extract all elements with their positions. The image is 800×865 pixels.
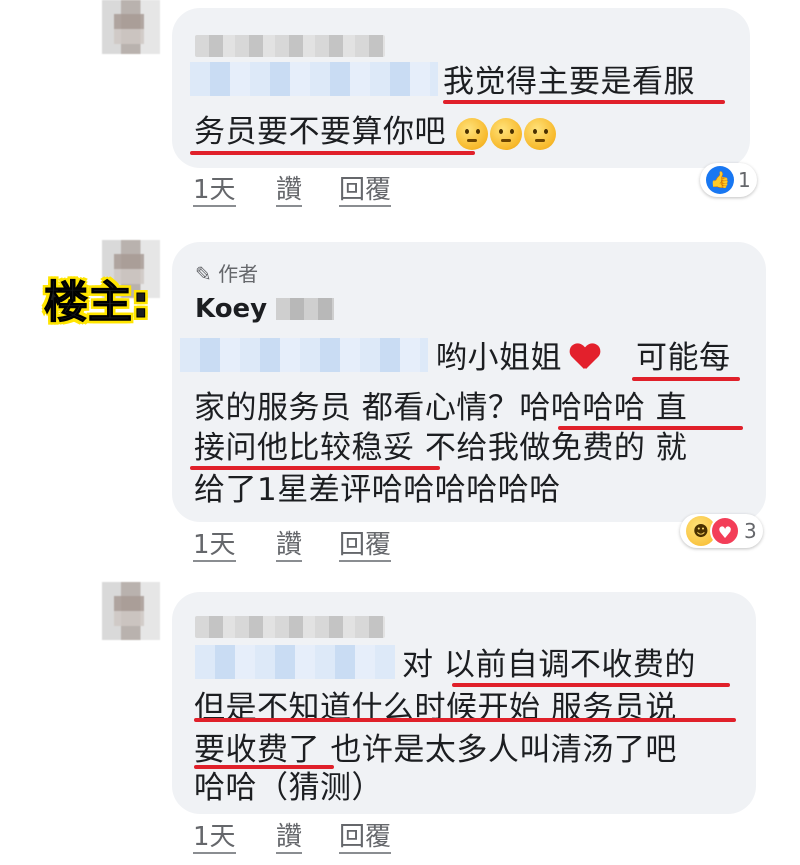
timestamp-link[interactable]: 1天 — [193, 530, 236, 562]
like-icon: 👍 — [706, 166, 734, 194]
avatar[interactable] — [102, 582, 160, 640]
comment-text-line: 对 以前自调不收费的 — [402, 647, 696, 683]
blurred-mention[interactable] — [190, 62, 438, 96]
reaction-summary[interactable]: ☻ ♥ 3 — [680, 514, 763, 548]
reaction-summary[interactable]: 👍 1 — [700, 163, 757, 197]
blurred-username[interactable] — [195, 616, 385, 638]
reply-button[interactable]: 回覆 — [339, 175, 392, 207]
comment-text-line: 家的服务员 都看心情？哈哈哈哈 直 — [194, 390, 688, 426]
avatar[interactable] — [102, 0, 160, 54]
underline — [632, 377, 740, 381]
author-name-text: Koey — [195, 294, 268, 324]
like-button[interactable]: 讚 — [276, 530, 303, 562]
comment-text: 哟小姐姐 — [436, 340, 562, 376]
reply-button[interactable]: 回覆 — [339, 822, 392, 854]
comment-text-line: 给了1星差评哈哈哈哈哈哈 — [194, 472, 561, 508]
blurred-mention[interactable] — [180, 338, 428, 372]
comment-text-line: 我觉得主要是看服 — [443, 64, 695, 100]
red-heart-icon — [570, 344, 600, 372]
thinking-face-icon — [490, 117, 523, 150]
reaction-count: 1 — [738, 168, 751, 192]
timestamp-link[interactable]: 1天 — [193, 175, 236, 207]
op-label: 楼主: — [44, 277, 151, 329]
blurred-username[interactable] — [195, 35, 385, 57]
timestamp-link[interactable]: 1天 — [193, 822, 236, 854]
blurred-surname — [276, 298, 335, 320]
underline — [452, 683, 730, 687]
reaction-count: 3 — [744, 519, 757, 543]
author-name[interactable]: Koey — [195, 294, 335, 324]
like-button[interactable]: 讚 — [276, 822, 303, 854]
author-badge: ✎ 作者 — [195, 258, 258, 287]
reply-button[interactable]: 回覆 — [339, 530, 392, 562]
underline — [194, 718, 736, 722]
thinking-face-icon — [456, 117, 489, 150]
comment-text-line: 哟小姐姐 — [436, 338, 606, 378]
author-badge-label: 作者 — [218, 262, 259, 286]
comment-text-line: 但是不知道什么时候开始 服务员说 — [194, 690, 677, 726]
comment-text-line-2: 务员要不要算你吧 — [194, 112, 558, 152]
love-icon: ♥ — [710, 516, 740, 546]
comment-text-line: 要收费了 也许是太多人叫清汤了吧 — [194, 732, 677, 768]
like-button[interactable]: 讚 — [276, 175, 303, 207]
comment-text-line: 可能每 — [636, 340, 731, 376]
pencil-icon: ✎ — [195, 262, 212, 286]
underline — [443, 100, 725, 104]
comment-text-line: 接问他比较稳妥 不给我做免费的 就 — [194, 430, 688, 466]
comment-text: 务员要不要算你吧 — [194, 114, 446, 150]
underline — [190, 151, 475, 155]
comment-text-line: 哈哈（猜测） — [194, 770, 383, 806]
thinking-face-icon — [524, 117, 557, 150]
blurred-mention[interactable] — [195, 645, 395, 679]
